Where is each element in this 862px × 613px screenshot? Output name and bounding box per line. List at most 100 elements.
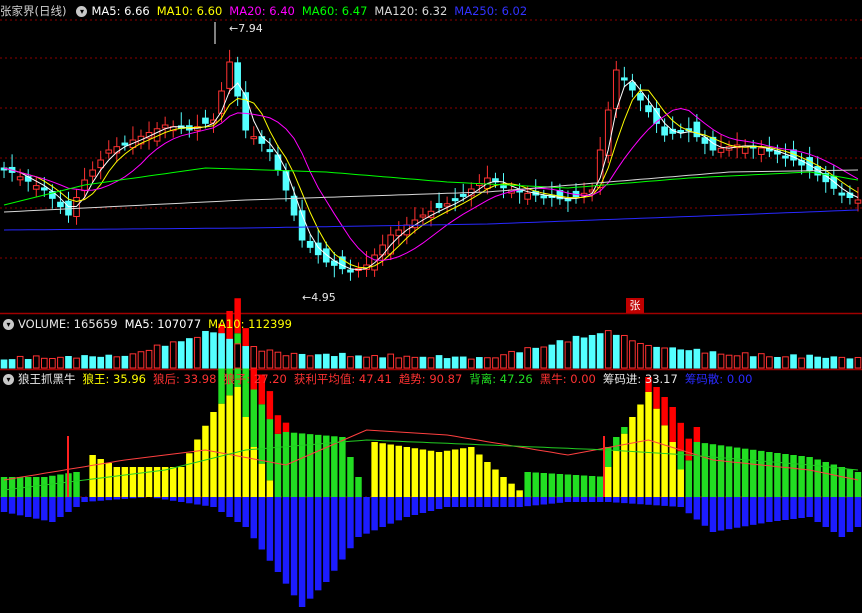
chip-out-bar: [443, 497, 451, 507]
wolf-king-bar: [677, 469, 684, 497]
wolf-king-bar: [411, 448, 419, 497]
chip-out-bar: [266, 497, 274, 561]
volume-bar: [741, 352, 749, 369]
volume-bar: [524, 347, 531, 369]
volume-bar: [177, 341, 185, 369]
wolf-cub-bar: [242, 361, 249, 417]
chip-out-bar: [572, 497, 580, 502]
candle-body: [105, 149, 113, 154]
chip-out-bar: [790, 497, 797, 519]
candle-body: [459, 193, 467, 197]
volume-bar: [16, 355, 24, 369]
chip-out-bar: [532, 497, 539, 506]
wolf-cub-bar: [613, 437, 620, 451]
chip-out-bar: [460, 497, 467, 507]
chip-out-bar: [709, 497, 717, 532]
volume-ma5-readout: MA5: 107077: [124, 317, 202, 331]
wolf-king-bar: [105, 463, 112, 497]
wolf-cub-bar: [790, 455, 797, 497]
wolf-queen-bar: [669, 407, 676, 442]
wolf-king-bar: [234, 387, 241, 497]
chip-out-bar: [178, 497, 185, 502]
wolf-cub-bar: [782, 454, 789, 497]
volume-bar: [492, 357, 499, 369]
volume-bar: [218, 333, 225, 369]
wolf-cub-bar: [596, 476, 604, 497]
chip-out-bar: [89, 497, 96, 502]
chevron-down-icon[interactable]: ▾: [3, 318, 14, 330]
chip-out-bar: [838, 497, 846, 537]
wolf-cub-bar: [548, 473, 556, 497]
wolf-cub-bar: [741, 448, 749, 497]
ma20-line: [3, 107, 859, 261]
ma20-readout: MA20: 6.40: [229, 4, 295, 18]
chip-out-bar: [161, 497, 169, 500]
wolf-cub-bar: [524, 472, 531, 497]
chip-out-bar: [782, 497, 789, 520]
chevron-down-icon[interactable]: ▾: [76, 5, 88, 17]
candle-body: [226, 61, 233, 89]
wolf-cub-bar: [693, 442, 701, 497]
volume-bar: [49, 357, 56, 369]
volume-bar: [274, 351, 282, 369]
wolf-king-bar: [258, 463, 266, 497]
black-bull-readout: 黑牛: 0.00: [539, 372, 596, 386]
ma5-readout: MA5: 6.66: [91, 4, 150, 18]
chip-out-bar: [8, 497, 16, 514]
chip-out-bar: [226, 497, 233, 517]
chip-out-bar: [540, 497, 548, 505]
wolf-cub-bar: [798, 456, 805, 497]
volume-bar: [782, 356, 789, 369]
volume-bar: [548, 344, 556, 369]
volume-bar: [145, 349, 153, 369]
candle-body: [757, 147, 765, 155]
chip-out-bar: [194, 497, 201, 505]
candle-body: [282, 170, 290, 191]
chip-out-bar: [806, 497, 813, 517]
ma60-readout: MA60: 6.47: [301, 4, 368, 18]
chip-out-bar: [186, 497, 193, 504]
volume-bar: [97, 356, 105, 369]
wolf-cub-bar: [355, 477, 362, 497]
wolf-cub-bar: [685, 460, 693, 497]
volume-bar: [653, 346, 660, 369]
volume-bar: [73, 357, 80, 369]
volume-bar: [113, 356, 121, 369]
low-price-label: ←4.95: [302, 291, 336, 304]
wolf-king-bar: [419, 449, 427, 497]
volume-bar: [806, 354, 813, 369]
chip-out-bar: [653, 497, 660, 506]
wolf-cub-bar: [588, 476, 596, 497]
wolf-cub-bar: [16, 477, 24, 497]
chip-out-bar: [814, 497, 821, 522]
wolf-cub-bar: [347, 457, 354, 497]
volume-bar: [57, 356, 64, 369]
chip-out-bar: [65, 497, 72, 512]
chip-out-bar: [830, 497, 838, 532]
wolf-cub-bar: [564, 474, 572, 497]
chip-out-bar: [347, 497, 354, 549]
chip-out-bar: [395, 497, 402, 521]
chevron-down-icon[interactable]: ▾: [3, 373, 14, 385]
wolf-king-bar: [161, 467, 169, 497]
chip-out-bar: [105, 497, 112, 501]
wolf-king-bar: [492, 469, 499, 497]
wolf-king-readout: 狼王: 35.96: [82, 372, 146, 386]
volume-bar: [65, 356, 72, 369]
wolf-king-bar: [169, 467, 177, 497]
chip-out-bar: [596, 497, 604, 502]
wolf-cub-bar: [766, 452, 773, 497]
volume-bar: [258, 350, 266, 369]
volume-bar: [814, 356, 822, 369]
wolf-cub-bar: [266, 419, 274, 481]
candle-body: [451, 198, 459, 202]
wolf-king-bar: [178, 467, 185, 497]
chip-out-bar: [524, 497, 531, 507]
wolf-queen-bar: [661, 397, 668, 426]
wolf-cub-bar: [806, 457, 813, 497]
chip-out-bar: [427, 497, 435, 511]
volume-bar: [661, 347, 668, 369]
volume-readout: VOLUME: 165659: [18, 317, 118, 331]
volume-bar: [379, 357, 386, 369]
chip-out-bar: [250, 497, 257, 539]
